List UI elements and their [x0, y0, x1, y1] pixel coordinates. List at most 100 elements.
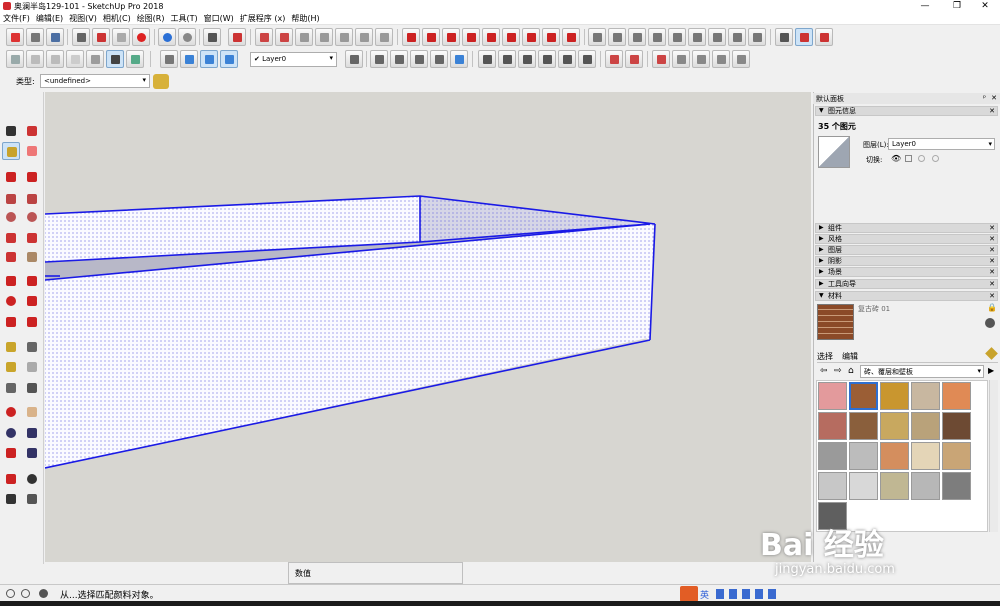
swatch-12[interactable] [880, 442, 909, 470]
swatch-5[interactable] [818, 412, 847, 440]
pan-tool[interactable] [23, 403, 41, 421]
tab-edit[interactable]: 编辑 [842, 351, 858, 362]
pin-icon[interactable]: ᵖ [983, 94, 986, 102]
scenes-header[interactable]: 场景✕ [815, 267, 998, 277]
plugin-button[interactable] [775, 28, 793, 46]
terrain-tool-3[interactable] [652, 50, 670, 68]
stamp-button[interactable] [628, 28, 646, 46]
shaded-textures-button[interactable] [106, 50, 124, 68]
rectangle-tool[interactable] [2, 190, 20, 208]
styles-header[interactable]: 风格✕ [815, 234, 998, 244]
swatch-6[interactable] [849, 412, 878, 440]
create-material-icon[interactable]: 🔒 [987, 303, 997, 312]
type-select[interactable]: <undefined> ▾ [40, 74, 150, 88]
swatch-8[interactable] [911, 412, 940, 440]
paste-button[interactable] [112, 28, 130, 46]
swatch-15[interactable] [818, 472, 847, 500]
select-tool-button[interactable] [255, 28, 273, 46]
extension-button[interactable] [748, 28, 766, 46]
tape-measure-button[interactable] [402, 28, 420, 46]
camera-button-2[interactable] [390, 50, 408, 68]
warehouse-button[interactable] [708, 28, 726, 46]
rotate-tool[interactable] [2, 292, 20, 310]
line-tool[interactable] [2, 168, 20, 186]
shadows-header[interactable]: 阴影✕ [815, 256, 998, 266]
scale-button[interactable] [375, 28, 393, 46]
pie-tool[interactable] [23, 248, 41, 266]
move-tool-button[interactable] [275, 28, 293, 46]
scale-tool[interactable] [2, 313, 20, 331]
follow-me-tool[interactable] [23, 292, 41, 310]
walk-button[interactable] [542, 28, 560, 46]
section-plane-button[interactable] [522, 28, 540, 46]
drape-button[interactable] [648, 28, 666, 46]
new-file-button[interactable] [6, 28, 24, 46]
menu-edit[interactable]: 编辑(E) [33, 13, 66, 25]
menu-camera[interactable]: 相机(C) [100, 13, 134, 25]
maximize-button[interactable]: ❐ [942, 0, 972, 13]
rectangle-tool-button[interactable] [295, 28, 313, 46]
menu-window[interactable]: 窗口(W) [201, 13, 237, 25]
position-camera-tool[interactable] [2, 470, 20, 488]
menu-file[interactable]: 文件(F) [0, 13, 33, 25]
copy-button[interactable] [92, 28, 110, 46]
paint-default-icon[interactable] [985, 318, 995, 328]
model-info-button[interactable] [228, 28, 246, 46]
house-tool-1[interactable] [478, 50, 496, 68]
look-around-tool[interactable] [23, 470, 41, 488]
materials-header[interactable]: 材料✕ [815, 291, 998, 301]
push-pull-button[interactable] [315, 28, 333, 46]
circle-tool[interactable] [2, 208, 20, 226]
walk-tool[interactable] [2, 490, 20, 508]
share-model-button[interactable] [728, 28, 746, 46]
entity-info-header[interactable]: 图元信息✕ [815, 106, 998, 116]
house-tool-4[interactable] [538, 50, 556, 68]
3d-text-button[interactable] [502, 28, 520, 46]
camera-button-5[interactable] [450, 50, 468, 68]
swatch-0[interactable] [818, 382, 847, 410]
ime-language[interactable]: 英 [700, 588, 709, 601]
freehand-tool[interactable] [23, 168, 41, 186]
preferences-button[interactable] [795, 28, 813, 46]
swatch-2[interactable] [880, 382, 909, 410]
erase-button[interactable] [132, 28, 150, 46]
menu-help[interactable]: 帮助(H) [288, 13, 322, 25]
su-button[interactable] [815, 28, 833, 46]
terrain-tool-2[interactable] [625, 50, 643, 68]
text-tool[interactable] [23, 358, 41, 376]
sandbox-button[interactable] [588, 28, 606, 46]
section-plane-tool[interactable] [23, 490, 41, 508]
swatch-4[interactable] [942, 382, 971, 410]
redo-button[interactable] [178, 28, 196, 46]
material-library-select[interactable]: 砖、覆层和壁板 ▾ [860, 365, 984, 378]
close-icon[interactable]: ✕ [989, 257, 995, 265]
camera-button-3[interactable] [410, 50, 428, 68]
receive-shadow-icon[interactable] [918, 155, 925, 162]
offset-tool[interactable] [23, 313, 41, 331]
lock-icon[interactable] [932, 155, 939, 162]
tab-select[interactable]: 选择 [817, 351, 833, 362]
swatch-16[interactable] [849, 472, 878, 500]
look-around-button[interactable] [562, 28, 580, 46]
layer-select[interactable]: ✔ Layer0 ▾ [250, 52, 337, 67]
cut-button[interactable] [72, 28, 90, 46]
axes-tool[interactable] [2, 379, 20, 397]
instructor-header[interactable]: 工具向导✕ [815, 279, 998, 289]
iso-view-button[interactable] [160, 50, 178, 68]
rotated-rectangle-tool[interactable] [23, 190, 41, 208]
three-point-arc-tool[interactable] [2, 248, 20, 266]
dimension-tool[interactable] [23, 338, 41, 356]
swatch-17[interactable] [880, 472, 909, 500]
xray-button[interactable] [6, 50, 24, 68]
swatch-9[interactable] [942, 412, 971, 440]
arc-tool[interactable] [2, 229, 20, 247]
previous-view-tool[interactable] [23, 444, 41, 462]
home-icon[interactable]: ⌂ [848, 366, 854, 376]
text-button[interactable] [462, 28, 480, 46]
layer-manager-button[interactable] [345, 50, 363, 68]
polygon-tool[interactable] [23, 208, 41, 226]
close-icon[interactable]: ✕ [989, 107, 995, 115]
swatch-3[interactable] [911, 382, 940, 410]
zoom-window-tool[interactable] [23, 424, 41, 442]
close-icon[interactable]: ✕ [989, 246, 995, 254]
